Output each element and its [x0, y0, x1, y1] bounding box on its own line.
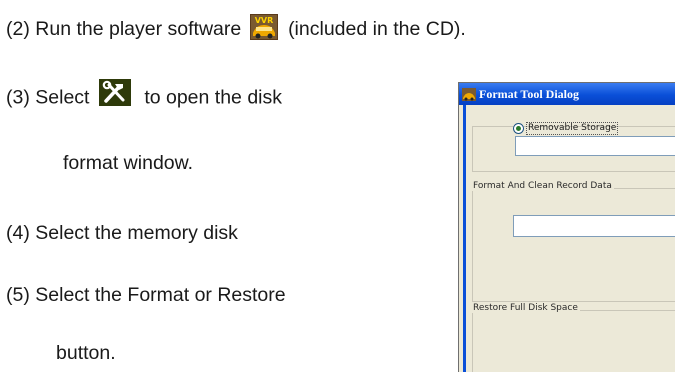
step-5-number: (5): [6, 284, 30, 306]
step-4-text: Select the memory disk: [35, 222, 238, 244]
storage-group: Removable Storage: [472, 122, 675, 172]
removable-storage-label[interactable]: Removable Storage: [526, 122, 619, 135]
dialog-client-area: Removable Storage Format And Clean Recor…: [463, 105, 675, 372]
format-tool-dialog: Format Tool Dialog Removable Storage For…: [458, 82, 675, 372]
step-4-number: (4): [6, 222, 30, 244]
tools-hammer-wrench-icon: [98, 79, 131, 112]
step-5-continuation: button.: [56, 342, 116, 364]
step-4-line: (4) Select the memory disk: [6, 221, 238, 245]
step-3-line: (3) Select to open the disk: [6, 79, 282, 112]
player-software-icon: VVR: [249, 14, 278, 46]
step-5-text: Select the Format or Restore: [35, 284, 286, 306]
svg-text:VVR: VVR: [254, 16, 273, 25]
step-3-text-after: to open the disk: [144, 86, 282, 109]
restore-group: Restore Full Disk Space: [471, 303, 675, 372]
removable-storage-radio[interactable]: [513, 123, 524, 134]
memory-disk-field[interactable]: [513, 215, 675, 237]
restore-group-label: Restore Full Disk Space: [471, 303, 580, 313]
format-group-label: Format And Clean Record Data: [471, 181, 614, 191]
step-2-line: (2) Run the player software VVR (include…: [6, 14, 466, 46]
step-3-number: (3): [6, 86, 30, 109]
storage-path-field[interactable]: [515, 136, 675, 156]
step-2-text: Run the player software: [35, 18, 242, 41]
player-software-icon: [462, 87, 476, 101]
format-group: Format And Clean Record Data: [471, 181, 675, 302]
step-2-text-after: (included in the CD).: [288, 18, 466, 41]
dialog-titlebar[interactable]: Format Tool Dialog: [459, 83, 675, 105]
step-2-number: (2): [6, 18, 30, 41]
dialog-title: Format Tool Dialog: [479, 86, 580, 101]
step-3-continuation: format window.: [63, 152, 194, 174]
step-5-line: (5) Select the Format or Restore: [6, 283, 286, 307]
step-3-text: Select: [35, 86, 90, 109]
